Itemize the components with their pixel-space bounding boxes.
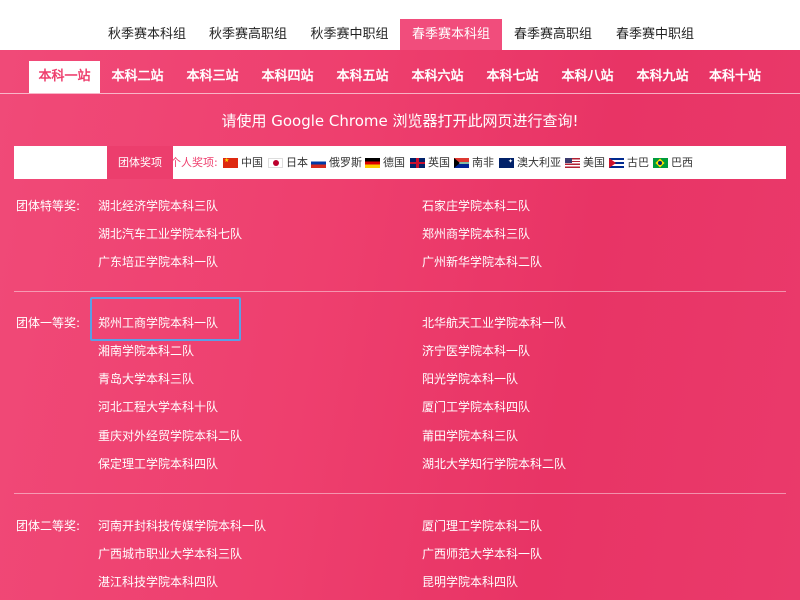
team-entry[interactable]: 厦门工学院本科四队 [422, 398, 530, 415]
team-entry[interactable]: 广西师范大学本科一队 [422, 545, 542, 562]
selection-highlight [90, 297, 241, 341]
country-label: 澳大利亚 [517, 156, 561, 169]
country-china[interactable]: 中国 [223, 146, 263, 179]
team-entry[interactable]: 河南开封科技传媒学院本科一队 [98, 517, 266, 534]
country-usa[interactable]: 美国 [565, 146, 605, 179]
tab-station-10[interactable]: 本科十站 [700, 61, 770, 93]
award-filter-bar: 团体奖项 个人奖项: 中国 日本 俄罗斯 德国 英国 南非 澳大利亚 美国 古巴… [14, 146, 786, 179]
team-entry[interactable]: 阳光学院本科一队 [422, 370, 518, 387]
team-entry[interactable]: 湖北汽车工业学院本科七队 [98, 225, 242, 242]
team-entry[interactable]: 湖北经济学院本科三队 [98, 197, 218, 214]
country-label: 古巴 [627, 156, 649, 169]
cuba-flag-icon [609, 158, 624, 168]
usa-flag-icon [565, 158, 580, 168]
team-entry[interactable]: 青岛大学本科三队 [98, 370, 194, 387]
browser-notice: 请使用 Google Chrome 浏览器打开此网页进行查询! [221, 112, 579, 130]
country-label: 中国 [241, 156, 263, 169]
personal-award-label: 个人奖项: [170, 156, 218, 169]
team-entry[interactable]: 郑州商学院本科三队 [422, 225, 530, 242]
section-divider [14, 493, 786, 494]
country-label: 德国 [383, 156, 405, 169]
china-flag-icon [223, 158, 238, 168]
team-entry[interactable]: 广州新华学院本科二队 [422, 253, 542, 270]
japan-flag-icon [268, 158, 283, 168]
team-entry[interactable]: 厦门理工学院本科二队 [422, 517, 542, 534]
country-cuba[interactable]: 古巴 [609, 146, 649, 179]
tab-station-2[interactable]: 本科二站 [100, 61, 175, 93]
second-award-label: 团体二等奖: [16, 519, 81, 533]
uk-flag-icon [410, 158, 425, 168]
country-australia[interactable]: 澳大利亚 [499, 146, 561, 179]
tab-station-9[interactable]: 本科九站 [625, 61, 700, 93]
tab-autumn-higher-vocational[interactable]: 秋季赛高职组 [197, 19, 299, 50]
tab-station-7[interactable]: 本科七站 [475, 61, 550, 93]
team-entry[interactable]: 河北工程大学本科十队 [98, 398, 218, 415]
tab-autumn-undergrad[interactable]: 秋季赛本科组 [97, 19, 197, 50]
special-award-label: 团体特等奖: [16, 199, 81, 213]
team-award-button[interactable]: 团体奖项 [107, 146, 173, 179]
country-label: 日本 [286, 156, 308, 169]
first-award-label: 团体一等奖: [16, 316, 81, 330]
team-entry[interactable]: 保定理工学院本科四队 [98, 455, 218, 472]
tab-station-4[interactable]: 本科四站 [250, 61, 325, 93]
country-label: 巴西 [671, 156, 693, 169]
country-uk[interactable]: 英国 [410, 146, 450, 179]
tab-station-3[interactable]: 本科三站 [175, 61, 250, 93]
team-entry[interactable]: 湘南学院本科二队 [98, 342, 194, 359]
country-germany[interactable]: 德国 [365, 146, 405, 179]
brazil-flag-icon [653, 158, 668, 168]
russia-flag-icon [311, 158, 326, 168]
team-entry[interactable]: 北华航天工业学院本科一队 [422, 314, 566, 331]
team-entry[interactable]: 莆田学院本科三队 [422, 427, 518, 444]
team-entry[interactable]: 广东培正学院本科一队 [98, 253, 218, 270]
tab-station-8[interactable]: 本科八站 [550, 61, 625, 93]
country-label: 南非 [472, 156, 494, 169]
country-japan[interactable]: 日本 [268, 146, 308, 179]
season-tab-bar: 秋季赛本科组 秋季赛高职组 秋季赛中职组 春季赛本科组 春季赛高职组 春季赛中职… [0, 0, 800, 50]
section-divider [14, 291, 786, 292]
country-south-africa[interactable]: 南非 [454, 146, 494, 179]
tab-spring-higher-vocational[interactable]: 春季赛高职组 [502, 19, 604, 50]
team-entry[interactable]: 济宁医学院本科一队 [422, 342, 530, 359]
australia-flag-icon [499, 158, 514, 168]
tab-station-1[interactable]: 本科一站 [29, 61, 100, 93]
team-entry[interactable]: 昆明学院本科四队 [422, 573, 518, 590]
germany-flag-icon [365, 158, 380, 168]
team-entry[interactable]: 湖北大学知行学院本科二队 [422, 455, 566, 472]
tab-spring-undergrad[interactable]: 春季赛本科组 [400, 19, 502, 50]
station-tab-bar: 本科一站 本科二站 本科三站 本科四站 本科五站 本科六站 本科七站 本科八站 … [0, 50, 800, 93]
country-brazil[interactable]: 巴西 [653, 146, 693, 179]
country-russia[interactable]: 俄罗斯 [311, 146, 362, 179]
country-label: 俄罗斯 [329, 156, 362, 169]
team-entry[interactable]: 石家庄学院本科二队 [422, 197, 530, 214]
tab-autumn-secondary-vocational[interactable]: 秋季赛中职组 [299, 19, 400, 50]
country-label: 英国 [428, 156, 450, 169]
tab-spring-secondary-vocational[interactable]: 春季赛中职组 [604, 19, 706, 50]
team-entry[interactable]: 湛江科技学院本科四队 [98, 573, 218, 590]
tab-station-6[interactable]: 本科六站 [400, 61, 475, 93]
country-label: 美国 [583, 156, 605, 169]
team-entry[interactable]: 广西城市职业大学本科三队 [98, 545, 242, 562]
results-panel: 本科一站 本科二站 本科三站 本科四站 本科五站 本科六站 本科七站 本科八站 … [0, 50, 800, 600]
south-africa-flag-icon [454, 158, 469, 168]
team-entry[interactable]: 重庆对外经贸学院本科二队 [98, 427, 242, 444]
tab-divider [0, 93, 800, 94]
tab-station-5[interactable]: 本科五站 [325, 61, 400, 93]
